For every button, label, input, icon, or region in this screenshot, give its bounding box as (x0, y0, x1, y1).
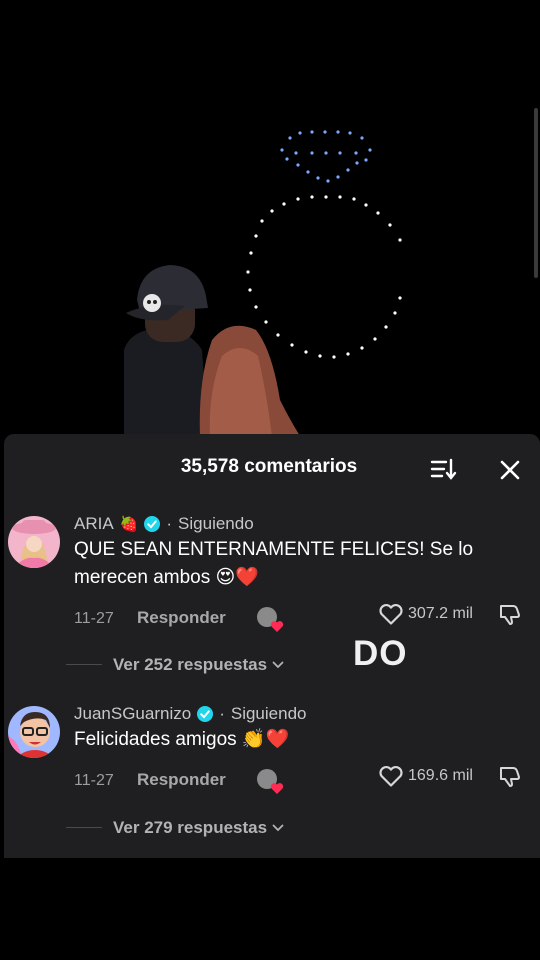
close-icon (500, 460, 520, 480)
video-frame (124, 130, 402, 436)
heart-outline-icon (379, 765, 403, 787)
view-replies-button[interactable]: Ver 252 respuestas (113, 655, 284, 675)
comment-text: Felicidades amigos 👏❤️ (74, 729, 290, 750)
couple-figures (124, 265, 300, 436)
like-button[interactable]: 307.2 mil (378, 602, 473, 626)
overlay-caption: DO (353, 634, 408, 673)
reply-button[interactable]: Responder (137, 770, 226, 790)
view-replies-label: Ver 252 respuestas (113, 655, 268, 674)
reply-button[interactable]: Responder (137, 608, 226, 628)
replies-divider (66, 664, 102, 665)
separator-dot: · (166, 514, 173, 533)
verified-badge-icon (144, 516, 161, 532)
sort-button[interactable] (428, 456, 458, 482)
like-button[interactable]: 169.6 mil (378, 764, 473, 788)
replies-divider (66, 827, 102, 828)
comment-username-row: ARIA 🍓 · Siguiendo (74, 514, 254, 534)
comment-username[interactable]: JuanSGuarnizo (74, 704, 191, 724)
separator-dot: · (219, 704, 225, 723)
comment-date: 11-27 (74, 772, 114, 789)
like-count: 169.6 mil (408, 767, 473, 784)
avatar[interactable] (8, 516, 60, 568)
creator-heart-icon (270, 621, 284, 632)
dislike-icon (500, 767, 520, 787)
verified-badge-icon (197, 706, 214, 722)
like-count: 307.2 mil (408, 605, 473, 622)
comment-username-row: JuanSGuarnizo · Siguiendo (74, 704, 306, 724)
dislike-icon (500, 605, 520, 625)
dislike-button[interactable] (498, 602, 522, 631)
drone-ring-lights (246, 130, 402, 359)
view-replies-label: Ver 279 respuestas (113, 818, 268, 837)
sort-icon (430, 458, 457, 480)
chevron-down-icon (272, 661, 284, 669)
video-player[interactable] (0, 0, 540, 436)
avatar-image (8, 706, 60, 758)
dislike-button[interactable] (498, 764, 522, 793)
comment-date: 11-27 (74, 610, 114, 627)
creator-heart-icon (270, 783, 284, 794)
heart-outline-icon (379, 603, 403, 625)
scrollbar[interactable] (534, 108, 538, 278)
follow-status[interactable]: Siguiendo (178, 514, 254, 534)
comments-sheet: 35,578 comentarios ARIA 🍓 · Siguiendo QU… (4, 434, 540, 858)
close-button[interactable] (496, 456, 524, 484)
avatar[interactable] (8, 706, 60, 758)
follow-status[interactable]: Siguiendo (231, 704, 307, 724)
view-replies-button[interactable]: Ver 279 respuestas (113, 818, 284, 838)
strawberry-icon: 🍓 (119, 516, 139, 533)
avatar-image (8, 516, 60, 568)
chevron-down-icon (272, 824, 284, 832)
comment-username[interactable]: ARIA (74, 514, 114, 534)
comment-text: QUE SEAN ENTERNAMENTE FELICES! Se lo mer… (74, 539, 474, 588)
